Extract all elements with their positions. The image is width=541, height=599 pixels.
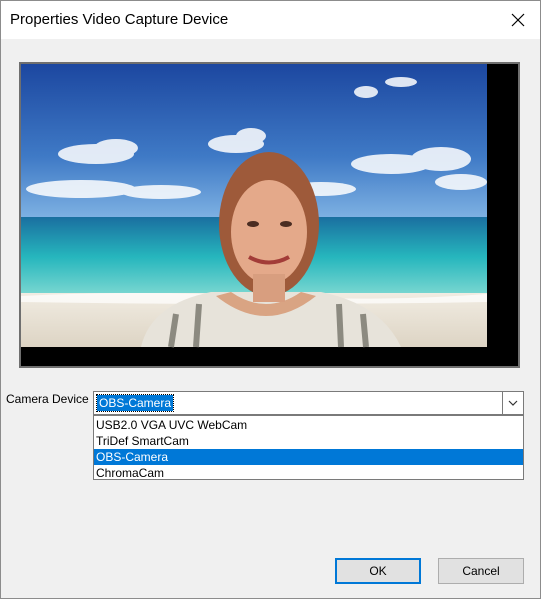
close-icon	[511, 13, 525, 27]
dropdown-toggle[interactable]	[502, 392, 523, 414]
combobox-selected-value: OBS-Camera	[95, 394, 175, 412]
dropdown-option[interactable]: USB2.0 VGA UVC WebCam	[94, 417, 523, 433]
camera-device-combobox[interactable]: OBS-Camera	[93, 391, 524, 415]
chevron-down-icon	[508, 400, 518, 406]
close-button[interactable]	[496, 1, 540, 39]
camera-device-label: Camera Device	[6, 392, 89, 406]
ok-button[interactable]: OK	[335, 558, 421, 584]
cancel-button[interactable]: Cancel	[438, 558, 524, 584]
dropdown-option-selected[interactable]: OBS-Camera	[94, 449, 523, 465]
window-title: Properties Video Capture Device	[10, 11, 229, 28]
dropdown-option[interactable]: ChromaCam	[94, 465, 523, 481]
camera-device-dropdown-list: USB2.0 VGA UVC WebCam TriDef SmartCam OB…	[93, 415, 524, 480]
title-bar: Properties Video Capture Device	[1, 1, 540, 39]
properties-dialog: Properties Video Capture Device Camera D…	[0, 0, 541, 599]
camera-preview	[19, 62, 520, 368]
dropdown-option[interactable]: TriDef SmartCam	[94, 433, 523, 449]
camera-preview-image	[21, 64, 518, 366]
